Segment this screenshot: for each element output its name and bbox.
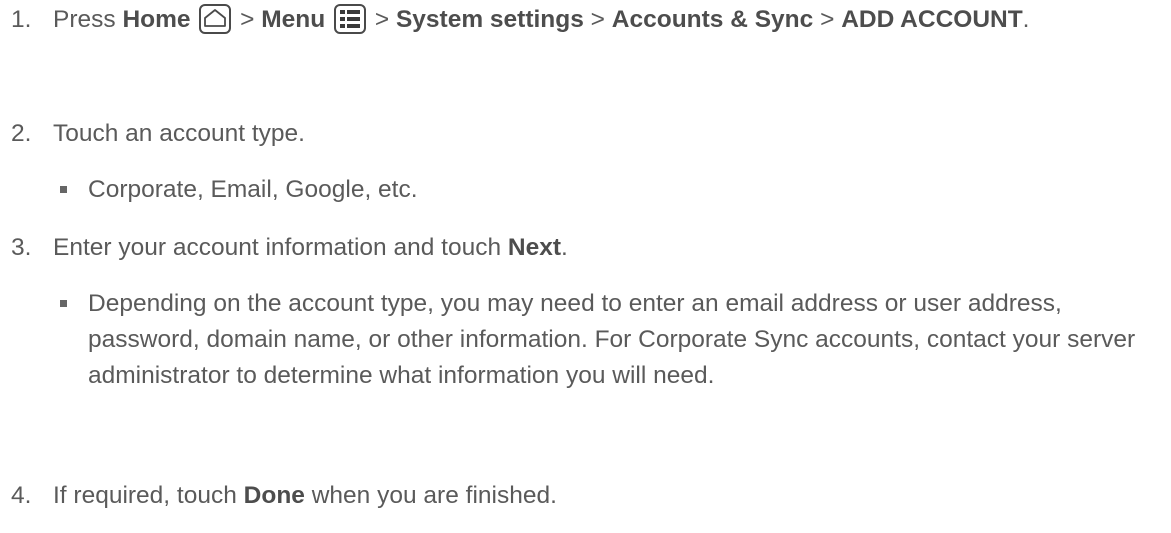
step-number: 3.	[11, 234, 32, 261]
step-4: 4. If required, touch Done when you are …	[11, 478, 1161, 514]
separator: >	[583, 6, 612, 33]
step-number: 1.	[11, 6, 32, 33]
step-text: Press Home > Menu > System settings > Ac…	[53, 2, 1161, 38]
done-label: Done	[243, 482, 305, 509]
menu-label: Menu	[261, 6, 326, 33]
home-icon	[199, 4, 232, 34]
separator: >	[233, 6, 262, 33]
step-text: If required, touch Done when you are fin…	[53, 478, 1161, 514]
separator: >	[368, 6, 396, 33]
home-label: Home	[122, 6, 191, 33]
step-suffix: when you are finished.	[304, 482, 557, 509]
system-settings-label: System settings	[395, 6, 584, 33]
menu-icon	[334, 4, 367, 34]
step-text: Enter your account information and touch…	[53, 230, 1161, 266]
step-number: 4.	[11, 482, 32, 509]
step-text: Touch an account type.	[53, 120, 305, 147]
step-prefix: Press	[53, 6, 123, 33]
step-2: 2. Touch an account type.	[11, 116, 1161, 152]
bullet-mark	[60, 300, 67, 307]
add-account-label: ADD ACCOUNT	[841, 6, 1023, 33]
next-label: Next	[507, 234, 561, 261]
period: .	[561, 234, 568, 261]
bullet-item: Depending on the account type, you may n…	[60, 286, 1161, 394]
step-1: 1. Press Home > Menu > System settings >…	[11, 2, 1161, 38]
step-prefix: If required, touch	[53, 482, 244, 509]
bullet-text: Corporate, Email, Google, etc.	[88, 176, 418, 203]
bullet-text: Depending on the account type, you may n…	[88, 290, 1136, 389]
step-number: 2.	[11, 120, 32, 147]
period: .	[1022, 6, 1030, 33]
separator: >	[813, 6, 842, 33]
step-prefix: Enter your account information and touch	[53, 234, 508, 261]
accounts-sync-label: Accounts & Sync	[611, 6, 814, 33]
step-3: 3. Enter your account information and to…	[11, 230, 1161, 266]
instruction-document: 1. Press Home > Menu > System settings >…	[0, 0, 1171, 533]
bullet-item: Corporate, Email, Google, etc.	[60, 172, 1161, 208]
bullet-mark	[60, 186, 67, 193]
